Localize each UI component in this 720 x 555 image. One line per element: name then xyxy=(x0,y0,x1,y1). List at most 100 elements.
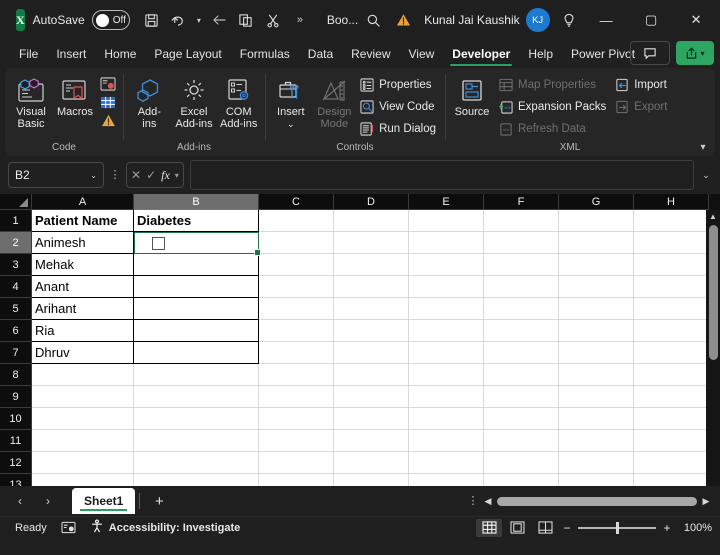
tab-data[interactable]: Data xyxy=(299,40,342,68)
cell-A11[interactable] xyxy=(32,430,134,452)
cell-B13[interactable] xyxy=(134,474,259,486)
cell-B3[interactable] xyxy=(134,254,259,276)
cell-H8[interactable] xyxy=(634,364,709,386)
vertical-scrollbar[interactable]: ▲ xyxy=(706,210,720,486)
cell-C12[interactable] xyxy=(259,452,334,474)
cell-D5[interactable] xyxy=(334,298,409,320)
cell-A6[interactable]: Ria xyxy=(32,320,134,342)
cell-F6[interactable] xyxy=(484,320,559,342)
cell-A2[interactable]: Animesh xyxy=(32,232,134,254)
accessibility-status[interactable]: Accessibility: Investigate xyxy=(83,519,247,536)
scroll-left-arrow-icon[interactable]: ◀ xyxy=(482,496,494,507)
cell-F9[interactable] xyxy=(484,386,559,408)
cell-C2[interactable] xyxy=(259,232,334,254)
row-header-10[interactable]: 10 xyxy=(0,408,32,430)
formula-input[interactable] xyxy=(190,160,694,190)
row-header-2[interactable]: 2 xyxy=(0,232,32,254)
cell-H5[interactable] xyxy=(634,298,709,320)
zoom-slider-thumb[interactable] xyxy=(616,522,619,534)
row-header-7[interactable]: 7 xyxy=(0,342,32,364)
tab-formulas[interactable]: Formulas xyxy=(231,40,299,68)
cell-B10[interactable] xyxy=(134,408,259,430)
name-box[interactable]: B2 ⌄ xyxy=(8,162,104,188)
cell-G4[interactable] xyxy=(559,276,634,298)
vertical-scroll-thumb[interactable] xyxy=(709,225,718,360)
macros-button[interactable]: Macros xyxy=(53,73,97,121)
cell-D8[interactable] xyxy=(334,364,409,386)
cell-D4[interactable] xyxy=(334,276,409,298)
cell-H3[interactable] xyxy=(634,254,709,276)
previous-sheet-chevron-left-icon[interactable]: ‹ xyxy=(6,488,34,514)
cell-G7[interactable] xyxy=(559,342,634,364)
cell-G1[interactable] xyxy=(559,210,634,232)
comments-button[interactable] xyxy=(630,41,670,65)
select-all-corner-button[interactable] xyxy=(0,194,32,210)
com-add-ins-button[interactable]: COM Add-ins xyxy=(216,73,261,133)
cell-C4[interactable] xyxy=(259,276,334,298)
cell-C11[interactable] xyxy=(259,430,334,452)
cell-B11[interactable] xyxy=(134,430,259,452)
cell-A4[interactable]: Anant xyxy=(32,276,134,298)
cell-D2[interactable] xyxy=(334,232,409,254)
cell-F1[interactable] xyxy=(484,210,559,232)
cell-D6[interactable] xyxy=(334,320,409,342)
cell-E11[interactable] xyxy=(409,430,484,452)
tab-home[interactable]: Home xyxy=(95,40,145,68)
cell-D13[interactable] xyxy=(334,474,409,486)
cell-C7[interactable] xyxy=(259,342,334,364)
cell-A9[interactable] xyxy=(32,386,134,408)
cell-E10[interactable] xyxy=(409,408,484,430)
cell-F3[interactable] xyxy=(484,254,559,276)
cell-D9[interactable] xyxy=(334,386,409,408)
cell-D1[interactable] xyxy=(334,210,409,232)
cell-E5[interactable] xyxy=(409,298,484,320)
row-header-5[interactable]: 5 xyxy=(0,298,32,320)
zoom-in-button[interactable]: + xyxy=(662,521,672,535)
tab-file[interactable]: File xyxy=(10,40,47,68)
close-button[interactable]: ✕ xyxy=(674,1,719,39)
cell-A3[interactable]: Mehak xyxy=(32,254,134,276)
record-macro-status-icon[interactable] xyxy=(54,521,83,534)
cell-H6[interactable] xyxy=(634,320,709,342)
cell-H7[interactable] xyxy=(634,342,709,364)
cell-H2[interactable] xyxy=(634,232,709,254)
fx-chevron-down-icon[interactable]: ▾ xyxy=(175,171,179,180)
cell-C10[interactable] xyxy=(259,408,334,430)
cell-G3[interactable] xyxy=(559,254,634,276)
next-sheet-chevron-right-icon[interactable]: › xyxy=(34,488,62,514)
column-header-D[interactable]: D xyxy=(334,194,409,210)
cell-D7[interactable] xyxy=(334,342,409,364)
sheet-bar-options-dots[interactable]: ⋮ xyxy=(464,499,482,504)
horizontal-scrollbar[interactable]: ◀ ▶ xyxy=(482,496,720,507)
cell-C6[interactable] xyxy=(259,320,334,342)
column-header-F[interactable]: F xyxy=(484,194,559,210)
insert-function-fx-icon[interactable]: fx xyxy=(161,168,170,183)
cell-E3[interactable] xyxy=(409,254,484,276)
autosave-toggle[interactable]: Off xyxy=(92,10,130,30)
tab-help[interactable]: Help xyxy=(519,40,562,68)
cell-F7[interactable] xyxy=(484,342,559,364)
cell-C9[interactable] xyxy=(259,386,334,408)
tab-page-layout[interactable]: Page Layout xyxy=(145,40,230,68)
cell-B7[interactable] xyxy=(134,342,259,364)
cell-H1[interactable] xyxy=(634,210,709,232)
cell-A5[interactable]: Arihant xyxy=(32,298,134,320)
cell-E9[interactable] xyxy=(409,386,484,408)
expand-formula-bar-chevron-down-icon[interactable]: ⌄ xyxy=(698,170,714,181)
zoom-level-label[interactable]: 100% xyxy=(678,522,712,534)
formula-bar-handle[interactable]: ⋮ xyxy=(108,172,122,178)
cell-A13[interactable] xyxy=(32,474,134,486)
cell-G6[interactable] xyxy=(559,320,634,342)
cell-H12[interactable] xyxy=(634,452,709,474)
undo-icon[interactable] xyxy=(166,7,192,33)
expansion-packs-button[interactable]: <> Expansion Packs xyxy=(495,96,611,117)
cell-F12[interactable] xyxy=(484,452,559,474)
macro-security-icon[interactable] xyxy=(99,112,117,128)
cell-F11[interactable] xyxy=(484,430,559,452)
name-box-chevron-down-icon[interactable]: ⌄ xyxy=(90,171,97,180)
cell-B8[interactable] xyxy=(134,364,259,386)
cell-D11[interactable] xyxy=(334,430,409,452)
cell-F2[interactable] xyxy=(484,232,559,254)
column-header-A[interactable]: A xyxy=(32,194,134,210)
cell-A7[interactable]: Dhruv xyxy=(32,342,134,364)
